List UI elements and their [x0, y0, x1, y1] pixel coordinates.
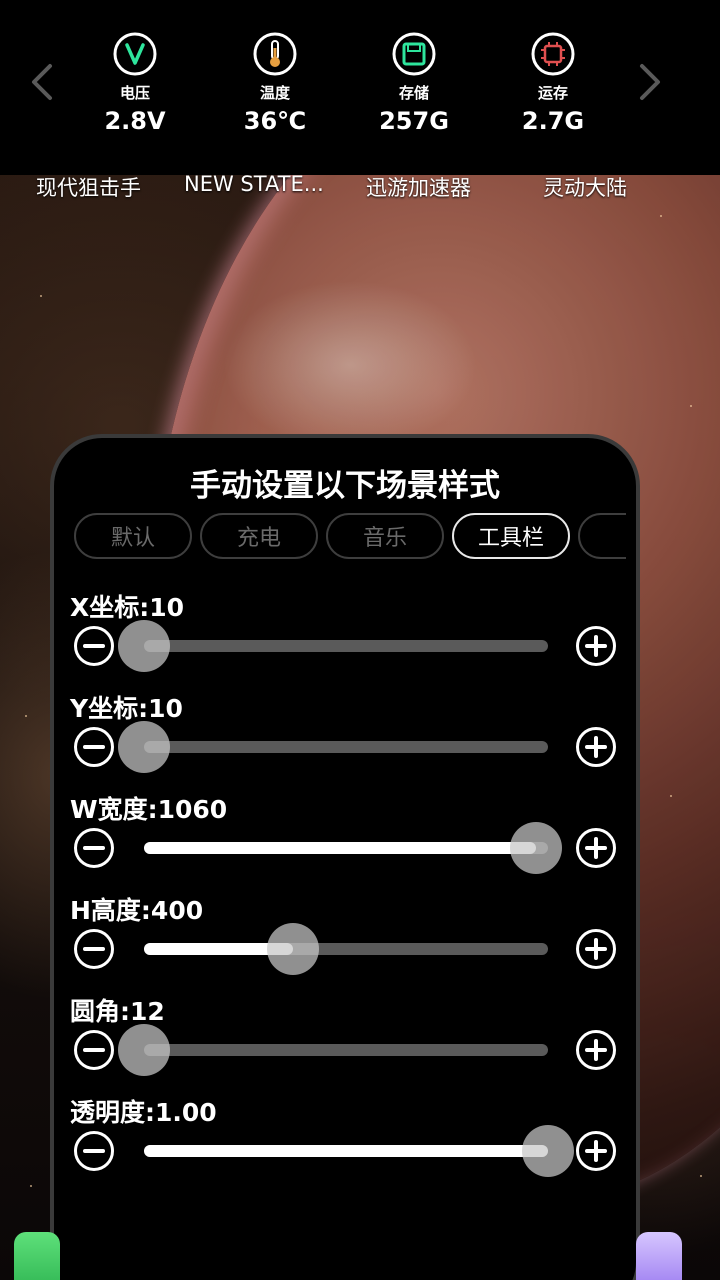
voltage-value: 2.8V: [104, 107, 166, 135]
voltage-stat: 电压 2.8V: [80, 30, 190, 135]
slider-fill: [144, 1145, 548, 1157]
increase-corner-radius-button[interactable]: [576, 1030, 616, 1070]
opacity-slider[interactable]: [144, 1125, 574, 1177]
minus-icon: [83, 947, 105, 951]
ram-value: 2.7G: [521, 107, 585, 135]
slider-thumb[interactable]: [118, 620, 170, 672]
minus-icon: [83, 644, 105, 648]
decrease-width-button[interactable]: [74, 828, 114, 868]
voltage-icon: [113, 32, 157, 76]
prev-arrow-icon[interactable]: [28, 62, 58, 102]
voltage-label: 电压: [119, 84, 150, 102]
temperature-stat: 温度 36℃: [220, 30, 330, 135]
slider-thumb[interactable]: [118, 721, 170, 773]
y-position-slider[interactable]: [118, 721, 548, 773]
storage-icon: [392, 32, 436, 76]
increase-x-position-button[interactable]: [576, 626, 616, 666]
corner-radius-label: 圆角:12: [70, 997, 165, 1026]
tab-toolbar[interactable]: 工具栏: [452, 513, 570, 559]
slider-thumb[interactable]: [267, 923, 320, 975]
tab-default[interactable]: 默认: [74, 513, 192, 559]
storage-stat: 存储 257G: [359, 30, 469, 135]
app-item[interactable]: 现代狙击手: [36, 172, 141, 202]
width-label: W宽度:1060: [70, 795, 228, 824]
decrease-corner-radius-button[interactable]: [74, 1030, 114, 1070]
ram-stat: 运存 2.7G: [498, 30, 608, 135]
app-item[interactable]: 灵动大陆: [543, 172, 627, 202]
thermometer-icon: [253, 32, 297, 76]
chip-icon: [531, 32, 575, 76]
tab-charging[interactable]: 充电: [200, 513, 318, 559]
corner-radius-setting: 圆角:12: [54, 992, 636, 1092]
decrease-y-position-button[interactable]: [74, 727, 114, 767]
app-item[interactable]: NEW STATE...: [184, 172, 324, 196]
tab-music[interactable]: 音乐: [326, 513, 444, 559]
minus-icon: [83, 1149, 105, 1153]
width-setting: W宽度:1060: [54, 790, 636, 890]
temperature-label: 温度: [259, 84, 290, 102]
height-slider[interactable]: [144, 923, 548, 975]
decrease-height-button[interactable]: [74, 929, 114, 969]
y-position-label: Y坐标:10: [70, 694, 183, 723]
app-list: 现代狙击手 NEW STATE... 迅游加速器 灵动大陆: [0, 172, 720, 206]
minus-icon: [83, 1048, 105, 1052]
increase-opacity-button[interactable]: [576, 1131, 616, 1171]
decrease-opacity-button[interactable]: [74, 1131, 114, 1171]
x-position-label: X坐标:10: [70, 593, 185, 622]
next-arrow-icon[interactable]: [634, 62, 664, 102]
app-icon[interactable]: [636, 1232, 682, 1280]
increase-height-button[interactable]: [576, 929, 616, 969]
y-position-setting: Y坐标:10: [54, 689, 636, 789]
slider-thumb[interactable]: [118, 1024, 170, 1076]
slider-thumb[interactable]: [522, 1125, 574, 1177]
increase-width-button[interactable]: [576, 828, 616, 868]
width-slider[interactable]: [144, 822, 562, 874]
decrease-x-position-button[interactable]: [74, 626, 114, 666]
storage-label: 存储: [398, 84, 429, 102]
storage-value: 257G: [379, 107, 449, 135]
height-label: H高度:400: [70, 896, 204, 925]
tab-more[interactable]: 通: [578, 513, 626, 559]
scene-tabs: 默认 充电 音乐 工具栏 通: [74, 508, 626, 562]
corner-radius-slider[interactable]: [118, 1024, 548, 1076]
slider-thumb[interactable]: [509, 822, 562, 874]
panel-title: 手动设置以下场景样式: [190, 468, 500, 504]
increase-y-position-button[interactable]: [576, 727, 616, 767]
minus-icon: [83, 745, 105, 749]
slider-fill: [144, 842, 536, 854]
opacity-setting: 透明度:1.00: [54, 1093, 636, 1193]
x-position-slider[interactable]: [118, 620, 548, 672]
ram-label: 运存: [537, 84, 568, 102]
scene-style-panel: 手动设置以下场景样式 默认 充电 音乐 工具栏 通 X坐标:10 Y坐标:10 W宽…: [50, 434, 640, 1280]
status-bar: 电压 2.8V 温度 36℃ 存储 257G 运存 2.7G: [0, 0, 720, 175]
temperature-value: 36℃: [243, 107, 307, 135]
minus-icon: [83, 846, 105, 850]
height-setting: H高度:400: [54, 891, 636, 991]
app-item[interactable]: 迅游加速器: [366, 172, 471, 202]
phone-app-icon[interactable]: [14, 1232, 60, 1280]
x-position-setting: X坐标:10: [54, 588, 636, 688]
opacity-label: 透明度:1.00: [70, 1098, 217, 1127]
